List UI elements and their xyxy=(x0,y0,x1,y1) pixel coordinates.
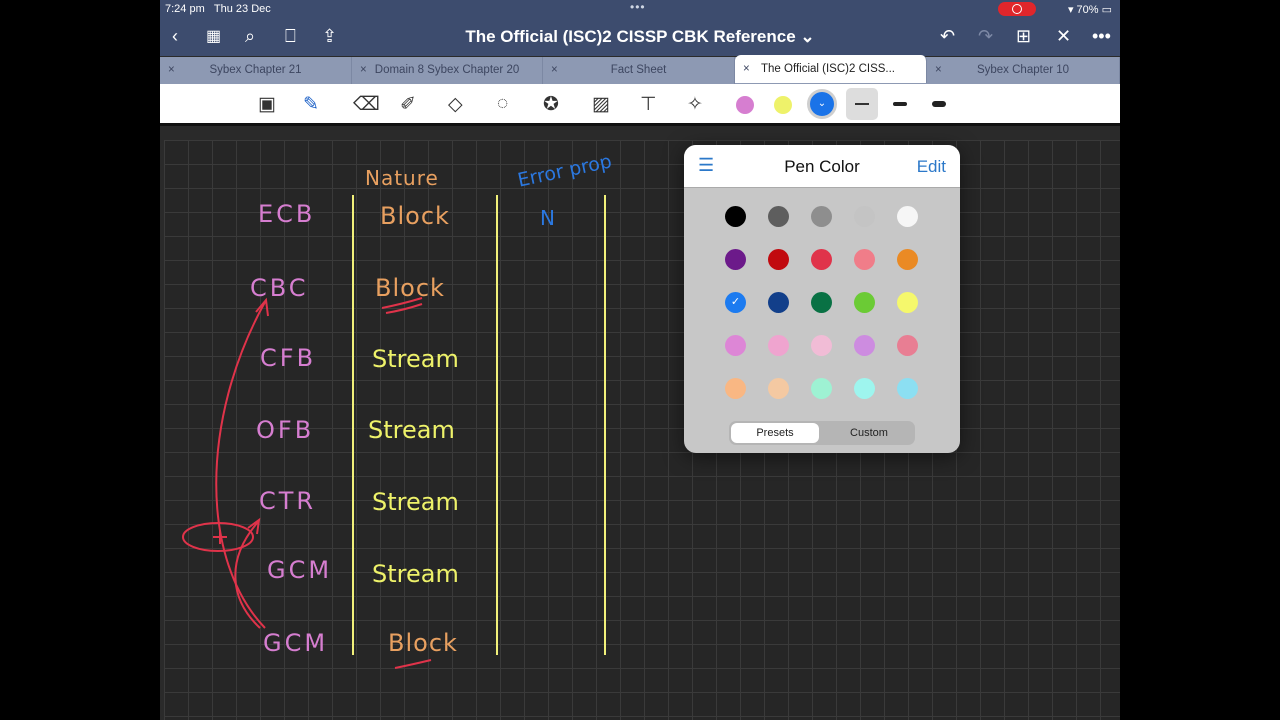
color-swatch[interactable] xyxy=(897,206,918,227)
color-swatch-selected[interactable]: ✓ xyxy=(725,292,746,313)
color-swatch[interactable] xyxy=(811,378,832,399)
color-swatch[interactable] xyxy=(811,292,832,313)
color-swatch[interactable] xyxy=(897,335,918,356)
color-swatch[interactable] xyxy=(768,378,789,399)
color-swatch[interactable] xyxy=(725,206,746,227)
popover-header: ☰ Pen Color Edit xyxy=(684,145,960,188)
color-swatch[interactable] xyxy=(897,292,918,313)
color-swatch[interactable] xyxy=(854,249,875,270)
pen-color-popover: ☰ Pen Color Edit ✓ Presets Custom xyxy=(684,145,960,453)
color-swatch[interactable] xyxy=(768,249,789,270)
color-swatch[interactable] xyxy=(811,335,832,356)
color-swatch[interactable] xyxy=(768,206,789,227)
presets-custom-segmented-control: Presets Custom xyxy=(729,421,915,445)
presets-tab[interactable]: Presets xyxy=(731,423,819,443)
color-swatch[interactable] xyxy=(854,378,875,399)
color-swatch[interactable] xyxy=(725,249,746,270)
color-swatch[interactable] xyxy=(725,335,746,356)
color-swatch[interactable] xyxy=(897,249,918,270)
color-swatch[interactable] xyxy=(768,335,789,356)
color-swatch[interactable] xyxy=(854,292,875,313)
edit-button[interactable]: Edit xyxy=(917,157,946,177)
color-swatch[interactable] xyxy=(725,378,746,399)
color-swatch[interactable] xyxy=(811,249,832,270)
color-swatch[interactable] xyxy=(811,206,832,227)
color-swatch[interactable] xyxy=(854,206,875,227)
color-swatch[interactable] xyxy=(854,335,875,356)
custom-tab[interactable]: Custom xyxy=(825,423,913,443)
ipad-screen: 7:24 pm Thu 23 Dec ••• ▾ 70% ▭ ‹ ▦ ⌕ ⎕ ⇪… xyxy=(160,0,1120,720)
red-annotation-arrows xyxy=(182,297,432,669)
color-swatch[interactable] xyxy=(768,292,789,313)
color-swatch[interactable] xyxy=(897,378,918,399)
